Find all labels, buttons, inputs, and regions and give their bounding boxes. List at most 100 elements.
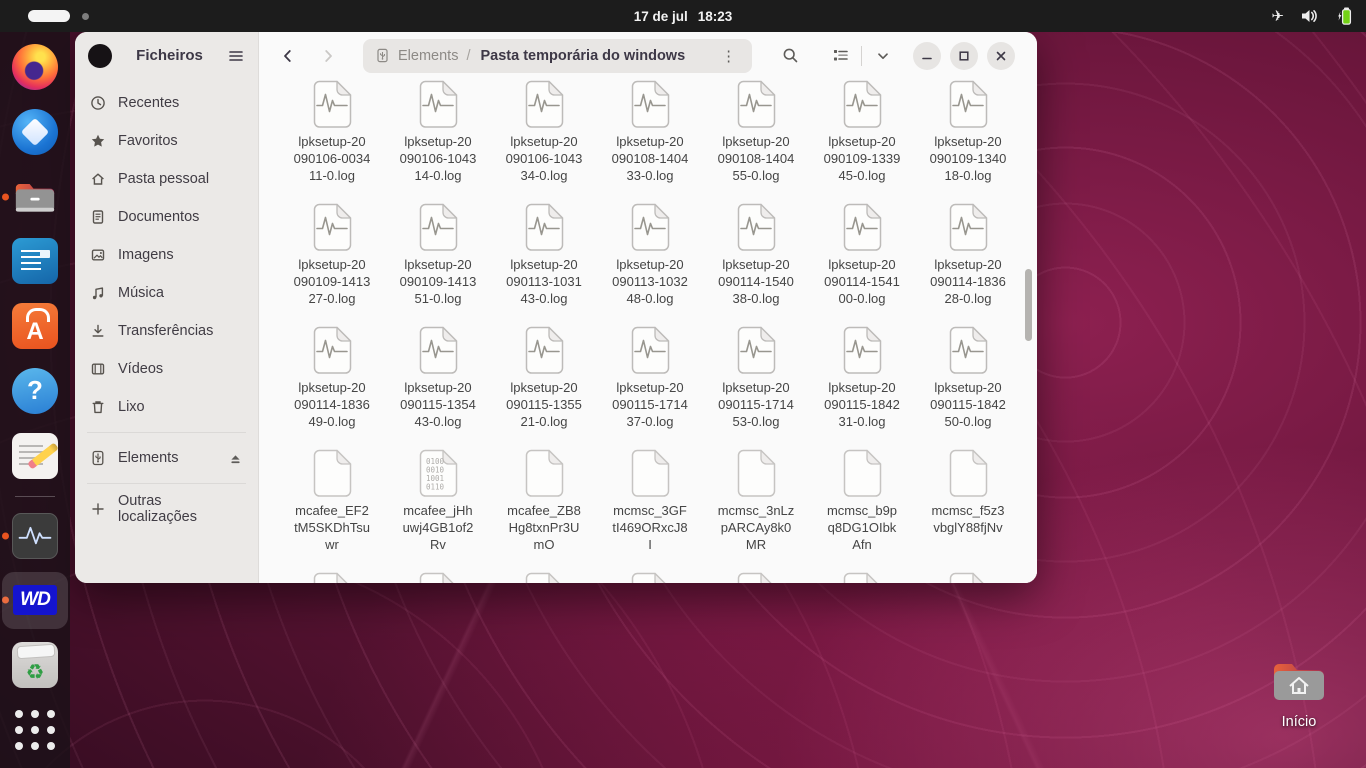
dock-item-system-monitor[interactable] [2, 509, 62, 563]
main-menu-button[interactable] [227, 47, 245, 65]
sidebar-item-videos[interactable]: Vídeos [81, 350, 252, 388]
sidebar-separator [87, 432, 246, 433]
file-item[interactable]: 0100 0010 1001 0110 [809, 572, 915, 583]
sidebar-item-label: Recentes [118, 95, 180, 111]
files-window: Ficheiros Recentes Favoritos Pasta pesso… [75, 32, 1037, 583]
sidebar-item-trash[interactable]: Lixo [81, 388, 252, 426]
file-grid: 0100 0010 1001 0110 lpksetup-20 090106-0… [259, 79, 1037, 583]
dock-item-wd-software[interactable]: WD [2, 571, 68, 630]
file-item[interactable]: 0100 0010 1001 0110 lpksetup-20 090106-0… [279, 80, 385, 203]
file-name: lpksetup-20 090106-0034 11-0.log [293, 134, 371, 183]
file-item[interactable]: 0100 0010 1001 0110 lpksetup-20 090113-1… [597, 203, 703, 326]
file-item[interactable]: 0100 0010 1001 0110 [597, 572, 703, 583]
file-item[interactable]: 0100 0010 1001 0110 mcmsc_b9p q8DG1OIbk … [809, 449, 915, 572]
sidebar-item-other-locations[interactable]: Outras localizações [81, 490, 252, 528]
file-name: mcmsc_3nLz pARCAy8k0 MR [717, 503, 795, 552]
file-item[interactable]: 0100 0010 1001 0110 lpksetup-20 090114-1… [279, 326, 385, 449]
dock-item-libreoffice-writer[interactable] [8, 234, 62, 288]
maximize-button[interactable] [950, 41, 979, 70]
dock-item-help[interactable]: ? [8, 364, 62, 418]
file-name: lpksetup-20 090113-1032 48-0.log [612, 257, 688, 306]
file-item[interactable]: 0100 0010 1001 0110 lpksetup-20 090114-1… [809, 203, 915, 326]
file-item[interactable]: 0100 0010 1001 0110 mcmsc_3nLz pARCAy8k0… [703, 449, 809, 572]
path-menu-button[interactable]: ⋮ [717, 47, 740, 65]
file-item[interactable]: 0100 0010 1001 0110 [915, 572, 1021, 583]
file-item[interactable]: 0100 0010 1001 0110 lpksetup-20 090113-1… [491, 203, 597, 326]
file-item[interactable]: 0100 0010 1001 0110 mcmsc_f5z3 vbglY88fj… [915, 449, 1021, 572]
breadcrumb-device[interactable]: Elements [398, 48, 458, 64]
dock-item-firefox[interactable] [8, 40, 62, 94]
battery-charging-icon [1338, 7, 1352, 25]
file-item[interactable]: 0100 0010 1001 0110 lpksetup-20 090115-1… [491, 326, 597, 449]
sidebar-item-music[interactable]: Música [81, 274, 252, 312]
desktop-home-shortcut[interactable]: Início [1264, 656, 1334, 730]
plain-file-icon [631, 572, 666, 583]
file-item[interactable]: 0100 0010 1001 0110 lpksetup-20 090115-1… [597, 326, 703, 449]
sidebar-item-recents[interactable]: Recentes [81, 84, 252, 122]
file-item[interactable]: 0100 0010 1001 0110 [385, 572, 491, 583]
sidebar-item-home[interactable]: Pasta pessoal [81, 160, 252, 198]
log-file-icon [631, 80, 670, 128]
search-button[interactable] [776, 42, 804, 70]
file-item[interactable]: 0100 0010 1001 0110 mcmsc_3GF tI469ORxcJ… [597, 449, 703, 572]
sidebar-list: Recentes Favoritos Pasta pessoal Documen… [75, 79, 258, 426]
file-item[interactable]: 0100 0010 1001 0110 [703, 572, 809, 583]
dock-item-trash[interactable]: ♻ [8, 638, 62, 692]
sidebar-item-documents[interactable]: Documentos [81, 198, 252, 236]
file-item[interactable]: 0100 0010 1001 0110 [279, 572, 385, 583]
dock-item-text-editor[interactable] [8, 429, 62, 483]
file-item[interactable]: 0100 0010 1001 0110 lpksetup-20 090108-1… [703, 80, 809, 203]
breadcrumb-separator: / [466, 47, 471, 64]
file-view[interactable]: 0100 0010 1001 0110 lpksetup-20 090106-0… [259, 79, 1037, 583]
file-item[interactable]: 0100 0010 1001 0110 lpksetup-20 090106-1… [385, 80, 491, 203]
sidebar-item-downloads[interactable]: Transferências [81, 312, 252, 350]
file-item[interactable]: 0100 0010 1001 0110 lpksetup-20 090108-1… [597, 80, 703, 203]
eject-button[interactable] [228, 451, 243, 466]
file-item[interactable]: 0100 0010 1001 0110 [491, 572, 597, 583]
running-indicator [2, 193, 9, 201]
plain-file-icon [843, 449, 882, 497]
file-item[interactable]: 0100 0010 1001 0110 mcafee_jHh uwj4GB1of… [385, 449, 491, 572]
file-item[interactable]: 0100 0010 1001 0110 lpksetup-20 090114-1… [915, 203, 1021, 326]
workspace-active-pill[interactable] [28, 10, 70, 22]
file-name: lpksetup-20 090114-1541 00-0.log [824, 257, 900, 306]
file-item[interactable]: 0100 0010 1001 0110 lpksetup-20 090115-1… [703, 326, 809, 449]
file-item[interactable]: 0100 0010 1001 0110 lpksetup-20 090106-1… [491, 80, 597, 203]
chevron-right-icon [325, 49, 332, 62]
home-folder-icon [1274, 664, 1324, 700]
dock-item-app-center[interactable]: A [8, 299, 62, 353]
dock-item-app-grid[interactable] [8, 703, 62, 757]
sidebar-item-label: Outras localizações [118, 493, 197, 525]
back-button[interactable] [275, 43, 301, 69]
file-item[interactable]: 0100 0010 1001 0110 lpksetup-20 090109-1… [279, 203, 385, 326]
system-status-area[interactable]: ✈ [1271, 0, 1354, 32]
file-item[interactable]: 0100 0010 1001 0110 lpksetup-20 090115-1… [385, 326, 491, 449]
file-item[interactable]: 0100 0010 1001 0110 lpksetup-20 090109-1… [385, 203, 491, 326]
sidebar-item-elements-drive[interactable]: Elements [81, 439, 252, 477]
file-item[interactable]: 0100 0010 1001 0110 lpksetup-20 090115-1… [809, 326, 915, 449]
file-item[interactable]: 0100 0010 1001 0110 lpksetup-20 090109-1… [915, 80, 1021, 203]
file-item[interactable]: 0100 0010 1001 0110 lpksetup-20 090115-1… [915, 326, 1021, 449]
thunderbird-icon [12, 108, 58, 155]
file-item[interactable]: 0100 0010 1001 0110 lpksetup-20 090114-1… [703, 203, 809, 326]
app-icon[interactable] [88, 43, 112, 68]
view-menu-button[interactable] [869, 42, 897, 70]
dock-item-thunderbird[interactable] [8, 105, 62, 159]
forward-button[interactable] [315, 43, 341, 69]
breadcrumb-current-folder[interactable]: Pasta temporária do windows [480, 48, 685, 64]
plain-file-icon [737, 572, 772, 583]
clock[interactable]: 17 de jul 18:23 [634, 0, 733, 32]
dock-item-files[interactable] [2, 170, 62, 224]
minimize-button[interactable] [913, 41, 942, 70]
breadcrumb[interactable]: Elements / Pasta temporária do windows ⋮ [363, 38, 753, 73]
sidebar-item-starred[interactable]: Favoritos [81, 122, 252, 160]
file-item[interactable]: 0100 0010 1001 0110 mcafee_ZB8 Hg8txnPr3… [491, 449, 597, 572]
scrollbar-thumb[interactable] [1025, 269, 1032, 341]
sidebar-item-pictures[interactable]: Imagens [81, 236, 252, 274]
file-item[interactable]: 0100 0010 1001 0110 mcafee_EF2 tM5SKDhTs… [279, 449, 385, 572]
workspace-dot[interactable] [82, 13, 89, 20]
list-view-button[interactable] [826, 42, 854, 70]
close-button[interactable] [987, 41, 1016, 70]
file-item[interactable]: 0100 0010 1001 0110 lpksetup-20 090109-1… [809, 80, 915, 203]
text-editor-icon [12, 432, 58, 479]
